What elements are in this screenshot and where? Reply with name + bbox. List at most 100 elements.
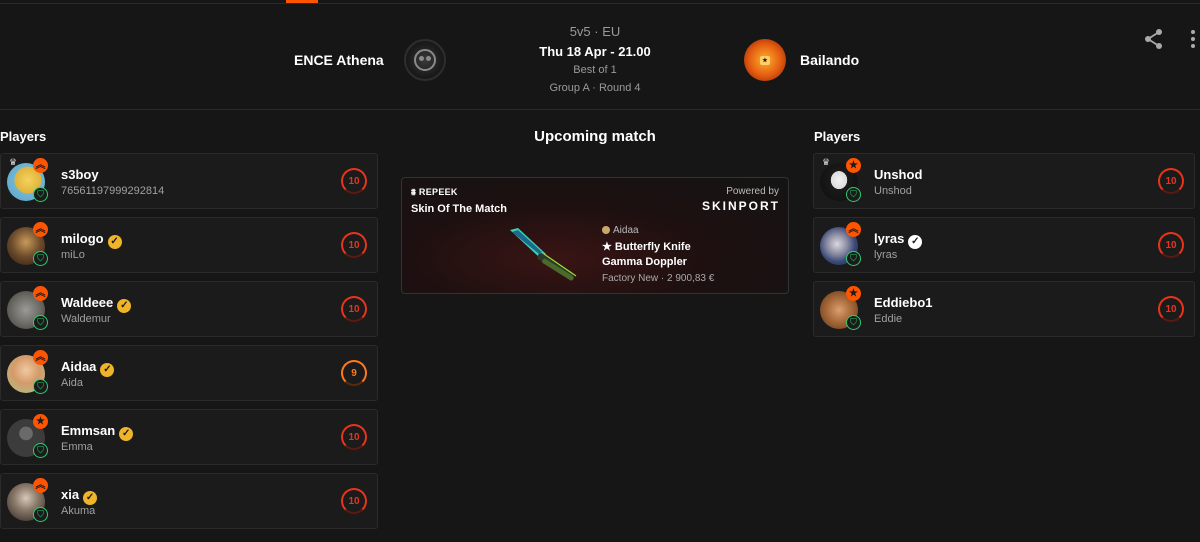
player-card[interactable]: ♛ ︽ ⛉ s3boy 76561197999292814 10 [0,153,378,209]
skull-icon [414,49,436,71]
skin-item-meta: Factory New · 2 900,83 € [602,273,715,284]
player-name[interactable]: milogo ✓ [61,231,122,249]
skin-item-finish: Gamma Doppler [602,256,687,268]
verified-icon: ✓ [83,491,98,505]
player-subname: 76561197999292814 [61,185,165,197]
repeek-icon: ⩩ [411,187,419,197]
player-card[interactable]: ︽ ⛉ xia ✓ Akuma 10 [0,473,378,529]
player-name[interactable]: lyras ✓ [874,231,923,249]
shield-icon: ⛉ [846,251,861,266]
shield-icon: ⛉ [33,251,48,266]
player-name-text: lyras [874,231,905,246]
chevron-up-icon: ︽ [33,158,48,173]
player-subname: Unshod [874,185,912,197]
shield-icon: ⛉ [33,379,48,394]
match-datetime: Thu 18 Apr - 21.00 [539,44,651,59]
player-subname: Akuma [61,505,96,517]
star-icon: ★ [846,158,861,173]
skinport-logo[interactable]: SKINPORT [702,199,780,213]
player-subname: Emma [61,441,93,453]
shield-icon: ⛉ [33,507,48,522]
skill-level-badge: 10 [341,296,367,322]
shield-icon: ⛉ [33,443,48,458]
player-subname: Waldemur [61,313,111,325]
team-b-players-title: Players [814,129,861,144]
verified-icon: ✓ [119,427,134,441]
team-b-name[interactable]: Bailando [800,52,859,68]
player-name-text: s3boy [61,167,99,182]
match-info: 5v5 · EU Thu 18 Apr - 21.00 Best of 1 Gr… [495,22,695,97]
player-name[interactable]: Aidaa ✓ [61,359,115,377]
shield-icon: ⛉ [33,315,48,330]
crown-icon: ♛ [822,157,831,167]
skill-level-badge: 10 [341,168,367,194]
match-group-round: Group A · Round 4 [549,82,641,94]
skin-card-title: Skin Of The Match [411,203,507,215]
skill-level-badge: 10 [341,232,367,258]
player-name[interactable]: s3boy [61,167,99,182]
star-icon: ★ [33,414,48,429]
player-name[interactable]: Emmsan ✓ [61,423,134,441]
skill-level-badge: 10 [1158,232,1184,258]
active-tab-indicator [286,0,318,3]
powered-by-label: Powered by [726,186,779,197]
player-subname: lyras [874,249,898,261]
team-b-logo-mark: ★ [760,55,770,65]
player-card[interactable]: ♛ ★ ⛉ Unshod Unshod 10 [813,153,1195,209]
skin-of-the-match-card[interactable]: ⩩ REPEEK Skin Of The Match Powered by SK… [401,177,789,294]
player-name-text: Aidaa [61,359,97,374]
more-options-icon[interactable] [1186,28,1200,50]
skill-level-badge: 10 [1158,168,1184,194]
owner-avatar [602,226,610,234]
upcoming-match-title: Upcoming match [534,128,656,145]
player-subname: Aida [61,377,84,389]
team-a-players-title: Players [0,129,47,144]
player-name[interactable]: Eddiebo1 [874,295,933,310]
verified-icon: ✓ [100,363,115,377]
star-icon: ★ [846,286,861,301]
butterfly-knife-image [510,228,577,281]
match-header: ENCE Athena 5v5 · EU Thu 18 Apr - 21.00 … [0,4,1200,110]
team-a-logo[interactable] [404,39,446,81]
skin-owner-name: Aidaa [613,225,639,236]
player-card[interactable]: ︽ ⛉ Aidaa ✓ Aida 9 [0,345,378,401]
shield-icon: ⛉ [846,187,861,202]
skin-item-name: ★ Butterfly Knife [602,241,691,253]
player-subname: Eddie [874,313,903,325]
team-b-logo[interactable]: ★ [744,39,786,81]
skill-level-badge: 10 [341,488,367,514]
player-name[interactable]: xia ✓ [61,487,98,505]
brand-label: REPEEK [418,187,458,197]
player-name-text: milogo [61,231,104,246]
player-name-text: Eddiebo1 [874,295,933,310]
player-card[interactable]: ︽ ⛉ milogo ✓ miLo 10 [0,217,378,273]
player-card[interactable]: ︽ ⛉ Waldeee ✓ Waldemur 10 [0,281,378,337]
player-name-text: xia [61,487,80,502]
skill-level-badge: 10 [341,424,367,450]
player-name[interactable]: Unshod [874,167,922,182]
share-icon[interactable] [1143,28,1165,50]
player-name[interactable]: Waldeee ✓ [61,295,132,313]
player-name-text: Unshod [874,167,923,182]
player-card[interactable]: ★ ⛉ Eddiebo1 Eddie 10 [813,281,1195,337]
player-subname: miLo [61,249,85,261]
player-card[interactable]: ★ ⛉ Emmsan ✓ Emma 10 [0,409,378,465]
player-name-text: Waldeee [61,295,114,310]
player-name-text: Emmsan [61,423,116,438]
chevron-up-icon: ︽ [33,286,48,301]
shield-icon: ⛉ [846,315,861,330]
verified-icon: ✓ [117,299,132,313]
shield-icon: ⛉ [33,187,48,202]
skill-level-badge: 10 [1158,296,1184,322]
team-a-name[interactable]: ENCE Athena [294,52,384,68]
skin-owner[interactable]: Aidaa [602,225,639,236]
player-card[interactable]: ︽ ⛉ lyras ✓ lyras 10 [813,217,1195,273]
match-format: 5v5 · EU [569,24,621,39]
chevron-up-icon: ︽ [846,222,861,237]
chevron-up-icon: ︽ [33,478,48,493]
repeek-logo: ⩩ REPEEK [411,187,458,198]
skill-level-badge: 9 [341,360,367,386]
crown-icon: ♛ [9,157,18,167]
chevron-up-icon: ︽ [33,222,48,237]
verified-icon: ✓ [908,235,923,249]
